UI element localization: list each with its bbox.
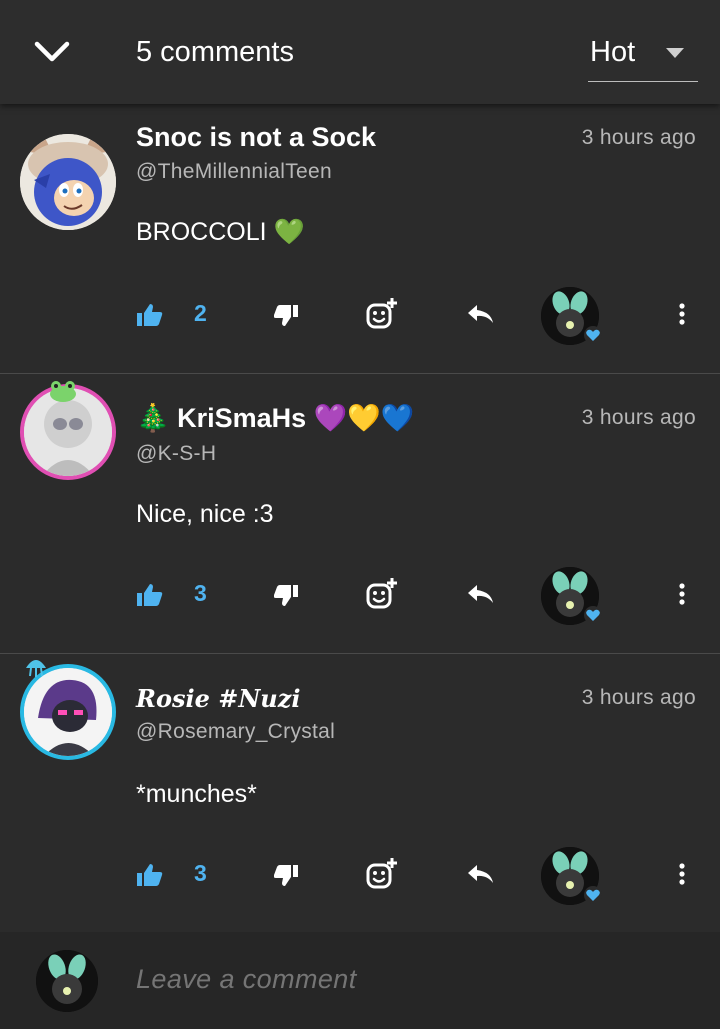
comment-author-handle[interactable]: @TheMillennialTeen bbox=[136, 160, 332, 184]
comment-author-name[interactable]: 🎄 KriSmaHs 💜💛💙 bbox=[136, 402, 415, 434]
add-reaction-icon bbox=[366, 578, 397, 609]
current-user-avatar-image bbox=[36, 950, 98, 1012]
comments-header: 5 comments Hot bbox=[0, 0, 720, 104]
caret-down-icon bbox=[666, 48, 684, 58]
chevron-down-icon bbox=[34, 41, 70, 62]
reply-icon bbox=[468, 585, 493, 603]
more-options-button[interactable] bbox=[668, 576, 696, 612]
comment-item: Rosie #Nuzi @Rosemary_Crystal 3 hours ag… bbox=[0, 654, 720, 934]
comment-text: *munches* bbox=[136, 780, 257, 808]
collapse-button[interactable] bbox=[30, 32, 74, 72]
thumbs-down-icon bbox=[274, 585, 298, 606]
add-reaction-icon bbox=[366, 298, 397, 329]
like-count: 3 bbox=[194, 860, 207, 886]
frog-decoration-icon bbox=[50, 381, 76, 402]
comment-author-name[interactable]: Snoc is not a Sock bbox=[136, 122, 376, 153]
comment-input[interactable] bbox=[136, 964, 656, 995]
comment-text: BROCCOLI 💚 bbox=[136, 218, 305, 246]
add-reaction-icon bbox=[366, 858, 397, 889]
like-count: 3 bbox=[194, 580, 207, 606]
comment-author-handle[interactable]: @K-S-H bbox=[136, 442, 216, 466]
current-user-avatar bbox=[36, 950, 98, 1012]
comment-timestamp: 3 hours ago bbox=[581, 406, 696, 429]
dislike-button[interactable] bbox=[270, 580, 302, 612]
comment-actions: 3 bbox=[0, 564, 720, 625]
dislike-button[interactable] bbox=[270, 300, 302, 332]
comment-actions: 3 bbox=[0, 844, 720, 905]
more-vertical-icon bbox=[679, 583, 685, 605]
thumbs-down-icon bbox=[274, 865, 298, 886]
like-count: 2 bbox=[194, 300, 207, 326]
comment-count-title: 5 comments bbox=[136, 36, 294, 68]
like-button[interactable] bbox=[132, 578, 168, 612]
sort-selected-value: Hot bbox=[590, 36, 636, 68]
more-vertical-icon bbox=[679, 303, 685, 325]
reply-button[interactable] bbox=[462, 858, 498, 890]
heart-icon bbox=[584, 886, 602, 904]
comment-timestamp: 3 hours ago bbox=[581, 686, 696, 709]
thumbs-up-icon bbox=[137, 584, 163, 606]
comment-item: Snoc is not a Sock @TheMillennialTeen 3 … bbox=[0, 94, 720, 374]
user-avatar[interactable] bbox=[20, 664, 116, 760]
reply-icon bbox=[468, 305, 493, 323]
dislike-button[interactable] bbox=[270, 860, 302, 892]
reply-button[interactable] bbox=[462, 298, 498, 330]
reply-icon bbox=[468, 865, 493, 883]
more-options-button[interactable] bbox=[668, 296, 696, 332]
jellyfish-decoration-icon bbox=[26, 660, 46, 677]
heart-icon bbox=[584, 326, 602, 344]
more-vertical-icon bbox=[679, 863, 685, 885]
react-button[interactable] bbox=[362, 294, 402, 334]
comment-actions: 2 bbox=[0, 284, 720, 345]
avatar-image bbox=[24, 668, 112, 756]
react-button[interactable] bbox=[362, 574, 402, 614]
like-button[interactable] bbox=[132, 858, 168, 892]
like-button[interactable] bbox=[132, 298, 168, 332]
comment-author-handle[interactable]: @Rosemary_Crystal bbox=[136, 720, 335, 744]
react-button[interactable] bbox=[362, 854, 402, 894]
comment-timestamp: 3 hours ago bbox=[581, 126, 696, 149]
thumbs-up-icon bbox=[137, 864, 163, 886]
comment-item: 🎄 KriSmaHs 💜💛💙 @K-S-H 3 hours ago Nice, … bbox=[0, 374, 720, 654]
sort-dropdown[interactable]: Hot bbox=[588, 28, 698, 82]
thumbs-up-icon bbox=[137, 304, 163, 326]
thumbs-down-icon bbox=[274, 305, 298, 326]
more-options-button[interactable] bbox=[668, 856, 696, 892]
comment-text: Nice, nice :3 bbox=[136, 500, 274, 528]
comment-author-name[interactable]: Rosie #Nuzi bbox=[136, 684, 300, 713]
reply-button[interactable] bbox=[462, 578, 498, 610]
heart-icon bbox=[584, 606, 602, 624]
comment-composer bbox=[0, 932, 720, 1029]
avatar-image bbox=[20, 134, 116, 230]
user-avatar[interactable] bbox=[20, 134, 116, 230]
